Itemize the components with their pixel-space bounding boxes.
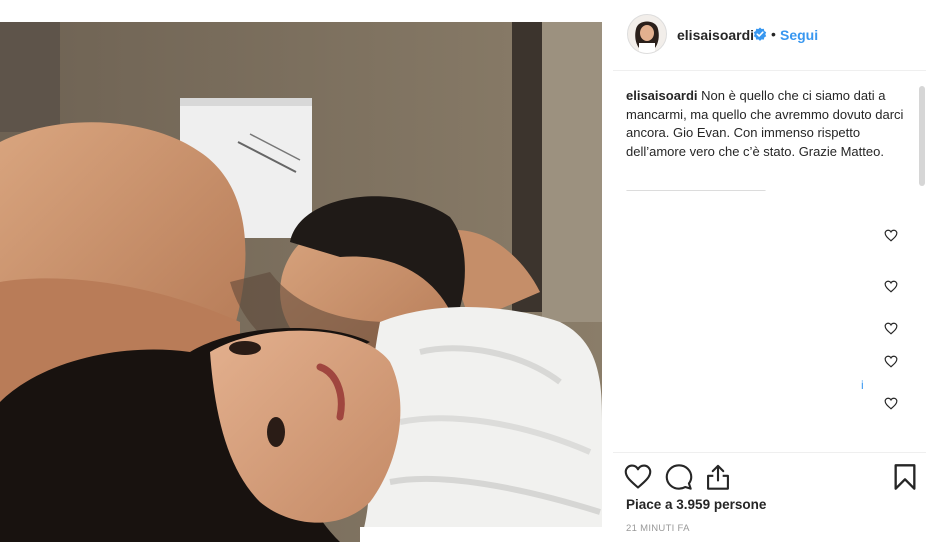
post-timestamp[interactable]: 21 MINUTI FA xyxy=(626,523,690,534)
comment-blue-marker: i xyxy=(861,378,864,392)
comment-like-heart-icon[interactable] xyxy=(884,397,898,410)
comment-like-heart-icon[interactable] xyxy=(884,322,898,335)
avatar[interactable] xyxy=(627,14,667,54)
share-upload-icon[interactable] xyxy=(704,463,732,491)
header-separator: • xyxy=(771,26,776,42)
post-side-panel: elisaisoardi • Segui elisaisoardi Non è … xyxy=(613,0,926,542)
comment-bubble-icon[interactable] xyxy=(665,463,693,491)
post-photo[interactable] xyxy=(0,22,602,542)
bookmark-icon[interactable] xyxy=(891,463,919,491)
post-header: elisaisoardi • Segui xyxy=(613,0,926,71)
comment-like-heart-icon[interactable] xyxy=(884,280,898,293)
heart-icon[interactable] xyxy=(624,463,652,491)
header-username[interactable]: elisaisoardi xyxy=(677,27,754,43)
comment-like-heart-icon[interactable] xyxy=(884,229,898,242)
comments-scrollbar-thumb[interactable] xyxy=(919,86,925,186)
faded-text-placeholder xyxy=(626,190,766,191)
verified-badge-icon xyxy=(753,27,767,41)
comments-area[interactable]: elisaisoardi Non è quello che ci siamo d… xyxy=(613,71,913,451)
avatar-image xyxy=(628,15,666,53)
comment-preview-faded xyxy=(626,185,776,191)
follow-button[interactable]: Segui xyxy=(780,27,818,43)
photo-illustration xyxy=(0,22,602,542)
caption: elisaisoardi Non è quello che ci siamo d… xyxy=(626,87,906,161)
likes-count[interactable]: Piace a 3.959 persone xyxy=(626,497,766,512)
post-actions: Piace a 3.959 persone 21 MINUTI FA xyxy=(613,452,926,543)
comment-like-heart-icon[interactable] xyxy=(884,355,898,368)
caption-username[interactable]: elisaisoardi xyxy=(626,88,698,103)
